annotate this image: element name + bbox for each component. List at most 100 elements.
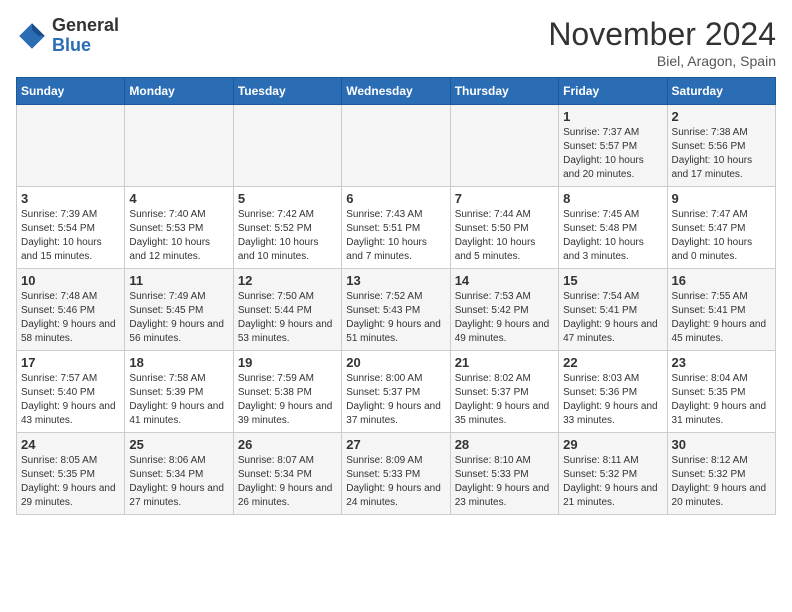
calendar-cell: 27 Sunrise: 8:09 AM Sunset: 5:33 PM Dayli… — [342, 433, 450, 515]
calendar-cell: 13 Sunrise: 7:52 AM Sunset: 5:43 PM Dayli… — [342, 269, 450, 351]
calendar-cell: 30Sunrise: 8:12 AM Sunset: 5:32 PM Dayli… — [667, 433, 775, 515]
day-number: 29 — [563, 437, 662, 452]
day-number: 24 — [21, 437, 120, 452]
day-info: Sunrise: 7:44 AM Sunset: 5:50 PM Dayligh… — [455, 208, 554, 264]
day-info: Sunrise: 8:05 AM Sunset: 5:35 PM Dayligh… — [21, 454, 120, 510]
calendar-cell: 25 Sunrise: 8:06 AM Sunset: 5:34 PM Dayli… — [125, 433, 233, 515]
day-info: Sunrise: 7:53 AM Sunset: 5:42 PM Dayligh… — [455, 290, 554, 346]
calendar-cell: 26 Sunrise: 8:07 AM Sunset: 5:34 PM Dayli… — [233, 433, 341, 515]
day-info: Sunrise: 8:12 AM Sunset: 5:32 PM Dayligh… — [672, 454, 771, 510]
day-info: Sunrise: 7:39 AM Sunset: 5:54 PM Dayligh… — [21, 208, 120, 264]
calendar-cell: 9 Sunrise: 7:47 AM Sunset: 5:47 PM Daylig… — [667, 187, 775, 269]
day-of-week-header: Thursday — [450, 78, 558, 105]
day-info: Sunrise: 8:10 AM Sunset: 5:33 PM Dayligh… — [455, 454, 554, 510]
day-info: Sunrise: 7:52 AM Sunset: 5:43 PM Dayligh… — [346, 290, 445, 346]
day-number: 14 — [455, 273, 554, 288]
day-info: Sunrise: 7:50 AM Sunset: 5:44 PM Dayligh… — [238, 290, 337, 346]
calendar-cell: 1 Sunrise: 7:37 AM Sunset: 5:57 PM Daylig… — [559, 105, 667, 187]
day-number: 15 — [563, 273, 662, 288]
day-number: 10 — [21, 273, 120, 288]
day-info: Sunrise: 7:58 AM Sunset: 5:39 PM Dayligh… — [129, 372, 228, 428]
calendar-cell: 17Sunrise: 7:57 AM Sunset: 5:40 PM Dayli… — [17, 351, 125, 433]
day-of-week-header: Saturday — [667, 78, 775, 105]
day-number: 9 — [672, 191, 771, 206]
day-info: Sunrise: 8:03 AM Sunset: 5:36 PM Dayligh… — [563, 372, 662, 428]
calendar-cell: 15Sunrise: 7:54 AM Sunset: 5:41 PM Dayli… — [559, 269, 667, 351]
calendar-cell — [125, 105, 233, 187]
calendar-week-row: 1 Sunrise: 7:37 AM Sunset: 5:57 PM Daylig… — [17, 105, 776, 187]
calendar-cell — [233, 105, 341, 187]
calendar-cell: 19 Sunrise: 7:59 AM Sunset: 5:38 PM Dayli… — [233, 351, 341, 433]
day-number: 13 — [346, 273, 445, 288]
day-info: Sunrise: 8:06 AM Sunset: 5:34 PM Dayligh… — [129, 454, 228, 510]
calendar-cell: 6 Sunrise: 7:43 AM Sunset: 5:51 PM Daylig… — [342, 187, 450, 269]
day-of-week-header: Sunday — [17, 78, 125, 105]
day-number: 12 — [238, 273, 337, 288]
month-title: November 2024 — [548, 16, 776, 53]
day-info: Sunrise: 7:45 AM Sunset: 5:48 PM Dayligh… — [563, 208, 662, 264]
day-number: 2 — [672, 109, 771, 124]
calendar-week-row: 3 Sunrise: 7:39 AM Sunset: 5:54 PM Daylig… — [17, 187, 776, 269]
calendar-cell: 7 Sunrise: 7:44 AM Sunset: 5:50 PM Daylig… — [450, 187, 558, 269]
calendar-week-row: 17Sunrise: 7:57 AM Sunset: 5:40 PM Dayli… — [17, 351, 776, 433]
day-number: 5 — [238, 191, 337, 206]
calendar-cell: 3 Sunrise: 7:39 AM Sunset: 5:54 PM Daylig… — [17, 187, 125, 269]
day-info: Sunrise: 7:59 AM Sunset: 5:38 PM Dayligh… — [238, 372, 337, 428]
day-number: 7 — [455, 191, 554, 206]
day-info: Sunrise: 7:55 AM Sunset: 5:41 PM Dayligh… — [672, 290, 771, 346]
day-number: 26 — [238, 437, 337, 452]
day-number: 16 — [672, 273, 771, 288]
day-number: 6 — [346, 191, 445, 206]
day-number: 27 — [346, 437, 445, 452]
calendar-cell: 22 Sunrise: 8:03 AM Sunset: 5:36 PM Dayli… — [559, 351, 667, 433]
calendar-header-row: SundayMondayTuesdayWednesdayThursdayFrid… — [17, 78, 776, 105]
day-info: Sunrise: 7:42 AM Sunset: 5:52 PM Dayligh… — [238, 208, 337, 264]
calendar-cell: 2 Sunrise: 7:38 AM Sunset: 5:56 PM Daylig… — [667, 105, 775, 187]
day-info: Sunrise: 8:00 AM Sunset: 5:37 PM Dayligh… — [346, 372, 445, 428]
day-number: 1 — [563, 109, 662, 124]
calendar-week-row: 24 Sunrise: 8:05 AM Sunset: 5:35 PM Dayli… — [17, 433, 776, 515]
calendar-cell: 11 Sunrise: 7:49 AM Sunset: 5:45 PM Dayli… — [125, 269, 233, 351]
calendar-cell: 24 Sunrise: 8:05 AM Sunset: 5:35 PM Dayli… — [17, 433, 125, 515]
page-header: General Blue November 2024 Biel, Aragon,… — [16, 16, 776, 69]
calendar-week-row: 10Sunrise: 7:48 AM Sunset: 5:46 PM Dayli… — [17, 269, 776, 351]
day-number: 3 — [21, 191, 120, 206]
logo: General Blue — [16, 16, 119, 56]
calendar-cell — [342, 105, 450, 187]
day-number: 25 — [129, 437, 228, 452]
calendar-cell: 5 Sunrise: 7:42 AM Sunset: 5:52 PM Daylig… — [233, 187, 341, 269]
day-info: Sunrise: 7:37 AM Sunset: 5:57 PM Dayligh… — [563, 126, 662, 182]
day-info: Sunrise: 7:49 AM Sunset: 5:45 PM Dayligh… — [129, 290, 228, 346]
calendar-cell: 16 Sunrise: 7:55 AM Sunset: 5:41 PM Dayli… — [667, 269, 775, 351]
day-info: Sunrise: 7:43 AM Sunset: 5:51 PM Dayligh… — [346, 208, 445, 264]
day-number: 20 — [346, 355, 445, 370]
day-number: 4 — [129, 191, 228, 206]
calendar-cell: 18Sunrise: 7:58 AM Sunset: 5:39 PM Dayli… — [125, 351, 233, 433]
logo-blue: Blue — [52, 35, 91, 55]
day-number: 23 — [672, 355, 771, 370]
calendar-cell: 8 Sunrise: 7:45 AM Sunset: 5:48 PM Daylig… — [559, 187, 667, 269]
day-info: Sunrise: 7:40 AM Sunset: 5:53 PM Dayligh… — [129, 208, 228, 264]
calendar-cell: 14 Sunrise: 7:53 AM Sunset: 5:42 PM Dayli… — [450, 269, 558, 351]
day-info: Sunrise: 7:47 AM Sunset: 5:47 PM Dayligh… — [672, 208, 771, 264]
day-number: 21 — [455, 355, 554, 370]
calendar-table: SundayMondayTuesdayWednesdayThursdayFrid… — [16, 77, 776, 515]
day-info: Sunrise: 7:38 AM Sunset: 5:56 PM Dayligh… — [672, 126, 771, 182]
day-number: 8 — [563, 191, 662, 206]
calendar-cell: 10Sunrise: 7:48 AM Sunset: 5:46 PM Dayli… — [17, 269, 125, 351]
location: Biel, Aragon, Spain — [548, 53, 776, 69]
day-number: 19 — [238, 355, 337, 370]
day-info: Sunrise: 8:09 AM Sunset: 5:33 PM Dayligh… — [346, 454, 445, 510]
day-info: Sunrise: 8:07 AM Sunset: 5:34 PM Dayligh… — [238, 454, 337, 510]
calendar-cell — [450, 105, 558, 187]
day-number: 28 — [455, 437, 554, 452]
calendar-cell — [17, 105, 125, 187]
calendar-cell: 28 Sunrise: 8:10 AM Sunset: 5:33 PM Dayli… — [450, 433, 558, 515]
day-of-week-header: Wednesday — [342, 78, 450, 105]
calendar-cell: 4 Sunrise: 7:40 AM Sunset: 5:53 PM Daylig… — [125, 187, 233, 269]
day-info: Sunrise: 8:11 AM Sunset: 5:32 PM Dayligh… — [563, 454, 662, 510]
day-of-week-header: Tuesday — [233, 78, 341, 105]
calendar-cell: 23Sunrise: 8:04 AM Sunset: 5:35 PM Dayli… — [667, 351, 775, 433]
day-number: 11 — [129, 273, 228, 288]
day-number: 22 — [563, 355, 662, 370]
